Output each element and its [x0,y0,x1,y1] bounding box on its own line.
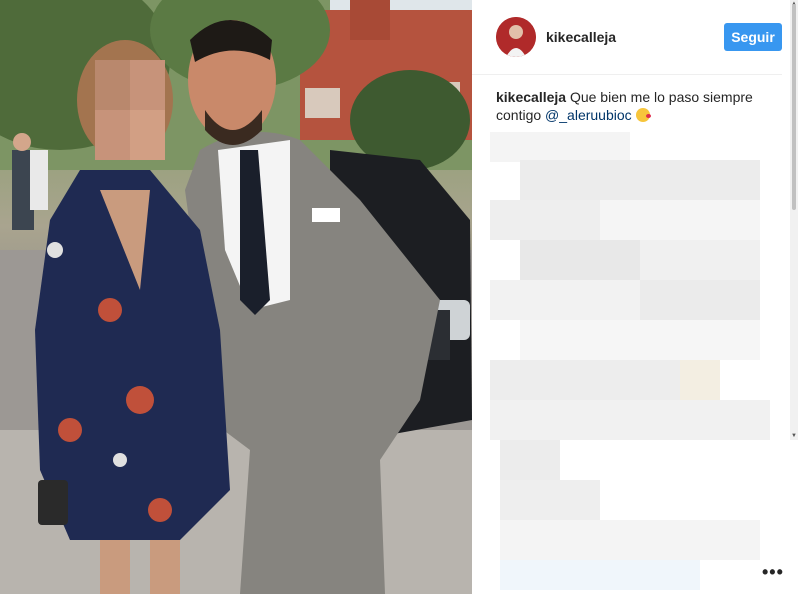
follow-button[interactable]: Seguir [724,23,782,51]
more-options-icon[interactable]: ••• [762,562,784,583]
profile-avatar-image [496,17,536,57]
post-header: kikecalleja Seguir [472,0,782,75]
scrollbar-thumb[interactable] [792,4,796,210]
kissing-face-emoji-icon [635,108,651,122]
caption-author-link[interactable]: kikecalleja [496,89,566,105]
scroll-down-arrow-icon[interactable]: ▼ [790,432,798,440]
profile-avatar[interactable] [496,17,536,57]
post-sidebar: kikecalleja Seguir kikecalleja Que bien … [472,0,798,594]
mention-link[interactable]: @_aleruubioc [545,107,632,123]
username-link[interactable]: kikecalleja [546,29,616,45]
post-photo[interactable] [0,0,472,594]
obscured-comments-area [490,132,780,594]
post-caption: kikecalleja Que bien me lo paso siempre … [496,88,782,124]
photo-scene [0,0,472,594]
